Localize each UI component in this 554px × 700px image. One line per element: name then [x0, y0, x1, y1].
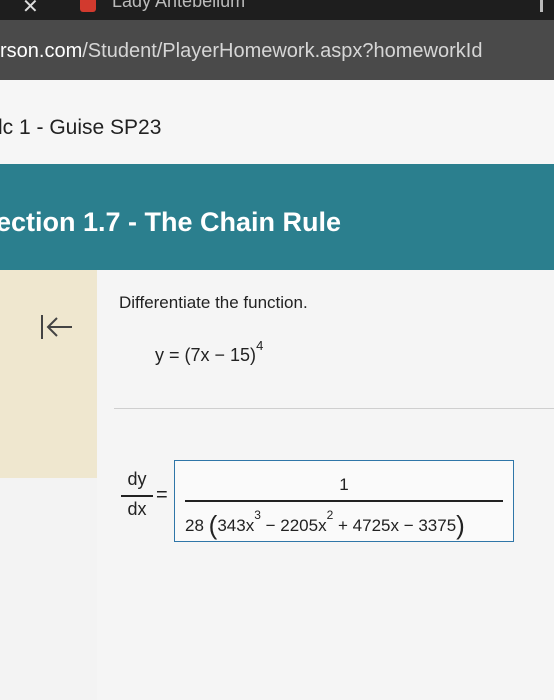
den-term1: 343x — [217, 516, 255, 535]
question-prompt: Differentiate the function. — [119, 293, 308, 312]
function-base: y = (7x − 15) — [155, 345, 257, 365]
url-path: /Student/PlayerHomework.aspx?homeworkId — [82, 40, 483, 62]
section-header: ection 1.7 - The Chain Rule — [0, 164, 554, 270]
url-host: rson.com — [0, 40, 83, 62]
answer-denominator: 28 (343x3 − 2205x2 + 4725x − 3375) — [185, 507, 505, 540]
back-to-start-icon — [41, 315, 72, 339]
derivative-label: dy dx — [121, 469, 153, 520]
tab-title[interactable]: Lady Antebellum — [112, 0, 245, 12]
tab-divider-icon — [540, 0, 543, 12]
den-exp2: 2 — [326, 508, 334, 523]
left-panel — [0, 270, 97, 478]
den-term3: + 4725x − 3375 — [333, 516, 457, 535]
answer-input-box[interactable]: 1 28 (343x3 − 2205x2 + 4725x − 3375) — [174, 460, 514, 542]
answer-fraction-bar — [185, 500, 503, 502]
close-tab-icon[interactable]: ✕ — [22, 0, 39, 19]
dy-numerator: dy — [127, 469, 147, 489]
open-paren-icon: ( — [208, 510, 218, 540]
address-bar[interactable]: rson.com/Student/PlayerHomework.aspx?hom… — [0, 20, 554, 80]
section-title: ection 1.7 - The Chain Rule — [0, 207, 342, 237]
answer-numerator: 1 — [339, 475, 349, 494]
dx-denominator: dx — [127, 498, 147, 519]
den-coefficient: 28 — [185, 516, 204, 535]
given-function: y = (7x − 15)4 — [155, 338, 263, 366]
section-divider — [114, 408, 554, 409]
den-term2: − 2205x — [260, 516, 327, 535]
fraction-bar — [121, 495, 153, 497]
left-panel-lower — [0, 478, 97, 700]
youtube-favicon-icon — [80, 0, 96, 12]
course-header: lc 1 - Guise SP23 — [0, 80, 554, 164]
back-to-start-button[interactable] — [38, 312, 78, 342]
course-title: lc 1 - Guise SP23 — [0, 116, 162, 139]
browser-tab-bar: ✕ Lady Antebellum — [0, 0, 554, 20]
equals-sign: = — [156, 484, 168, 506]
den-exp1: 3 — [254, 508, 261, 523]
close-paren-icon: ) — [456, 510, 465, 540]
url-text[interactable]: rson.com/Student/PlayerHomework.aspx?hom… — [0, 40, 482, 63]
function-exponent: 4 — [256, 338, 264, 353]
